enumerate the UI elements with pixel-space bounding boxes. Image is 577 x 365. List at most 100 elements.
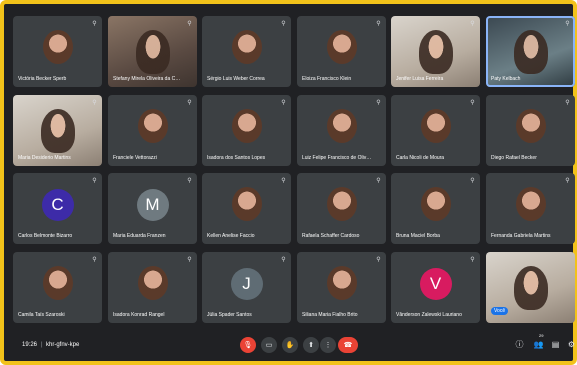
participant-avatar-photo <box>326 266 357 300</box>
more-options-icon: ⋮ <box>324 342 332 349</box>
participant-tile[interactable]: ⚲ Stefany Mirela Oliveira da Costa <box>108 16 197 87</box>
participant-tile[interactable]: ⚲ Bruna Maciel Borba <box>391 173 480 244</box>
participant-video-feed <box>40 109 75 153</box>
muted-mic-icon: ⚲ <box>376 178 381 184</box>
present-screen-icon: ⬆ <box>308 342 314 349</box>
participant-name: Isadora dos Santos Lopes <box>207 155 266 161</box>
participant-avatar-photo <box>137 109 168 143</box>
self-view-badge: Você <box>491 307 509 315</box>
participant-tile[interactable]: ⚲ Paty Kelbach <box>486 16 575 87</box>
activities-icon: ⚙ <box>567 340 576 349</box>
participant-tile[interactable]: V ⚲ Vânderson Zalewski Lauriano <box>391 252 480 323</box>
muted-mic-icon: ⚲ <box>281 21 286 27</box>
muted-mic-icon: ⚲ <box>187 178 192 184</box>
participant-count-badge: 29 <box>539 333 544 338</box>
participant-name: Fernanda Gabriela Martins <box>491 233 551 239</box>
muted-mic-icon: ⚲ <box>470 100 475 106</box>
toolbar-separator: | <box>41 342 43 348</box>
meeting-window: ⚲ Victória Becker Sperb ⚲ Stefany Mirela Ol… <box>0 0 577 365</box>
participant-tile[interactable]: Você <box>486 252 575 323</box>
info-icon: ⓘ <box>515 340 524 349</box>
participant-name: Isadora Konrad Rangel <box>113 312 165 318</box>
muted-mic-icon: ⚲ <box>92 21 97 27</box>
participant-avatar-initial: C <box>41 189 74 221</box>
participant-tile[interactable]: ⚲ Franciele Vettorazzi <box>108 95 197 166</box>
participant-name: Vânderson Zalewski Lauriano <box>396 312 462 318</box>
participant-name: Kellen Anelise Faccio <box>207 233 255 239</box>
participant-tile[interactable]: ⚲ Sérgio Luis Weber Correa <box>202 16 291 87</box>
participant-avatar-photo <box>231 187 262 221</box>
more-options-button[interactable]: ⋮ <box>320 337 336 353</box>
participant-tile[interactable]: J ⚲ Júlia Spader Santos <box>202 252 291 323</box>
participant-name: Maria Eduarda Franzen <box>113 233 166 239</box>
participant-tile[interactable]: ⚲ Fernanda Gabriela Martins <box>486 173 575 244</box>
activities-button[interactable]: ⚙ <box>566 339 577 350</box>
participant-avatar-photo <box>231 109 262 143</box>
meeting-code: khr-gfnv-kpe <box>46 342 80 348</box>
raise-hand-button[interactable]: ✋ <box>282 337 298 353</box>
participant-avatar-photo <box>137 266 168 300</box>
muted-mic-icon: ⚲ <box>187 21 192 27</box>
muted-mic-icon: ⚲ <box>187 100 192 106</box>
mic-off-icon: 🎙 <box>243 342 253 349</box>
participant-avatar-photo <box>326 30 357 64</box>
chat-button[interactable]: ▤ <box>550 339 561 350</box>
participant-tile[interactable]: ⚲ Rafaela Schaffer Cardoso <box>297 173 386 244</box>
people-button[interactable]: 👥 <box>533 339 544 350</box>
people-icon: 👥 <box>533 340 544 349</box>
participant-name: Stefany Mirela Oliveira da Costa <box>113 76 183 82</box>
muted-mic-icon: ⚲ <box>470 178 475 184</box>
muted-mic-icon: ⚲ <box>281 257 286 263</box>
muted-mic-icon: ⚲ <box>92 100 97 106</box>
participant-tile[interactable]: ⚲ Isadora Konrad Rangel <box>108 252 197 323</box>
participant-grid: ⚲ Victória Becker Sperb ⚲ Stefany Mirela Ol… <box>13 16 577 332</box>
participant-name: Camila Taís Szaroski <box>18 312 65 318</box>
participant-avatar-photo <box>515 109 546 143</box>
participant-name: Carla Nicoli de Moura <box>396 155 445 161</box>
participant-avatar-photo <box>326 187 357 221</box>
participant-tile[interactable]: ⚲ Jenifer Luisa Ferreira <box>391 16 480 87</box>
muted-mic-icon: ⚲ <box>376 100 381 106</box>
participant-video-feed <box>513 266 548 310</box>
participant-tile[interactable]: ⚲ Kellen Anelise Faccio <box>202 173 291 244</box>
participant-avatar-initial: J <box>230 268 263 300</box>
participant-avatar-photo <box>42 30 73 64</box>
participant-video-feed <box>513 30 548 74</box>
participant-tile[interactable]: ⚲ Luiz Felipe Francisco de Oliveira <box>297 95 386 166</box>
meeting-info-button[interactable]: ⓘ <box>514 339 525 350</box>
end-call-icon: ☎ <box>343 342 353 349</box>
participant-tile[interactable]: ⚲ Maria Desiderio Martins <box>13 95 102 166</box>
chat-icon: ▤ <box>551 340 560 349</box>
participant-name: Rafaela Schaffer Cardoso <box>302 233 360 239</box>
camera-toggle-button[interactable]: ▭ <box>261 337 277 353</box>
participant-tile[interactable]: ⚲ Carla Nicoli de Moura <box>391 95 480 166</box>
participant-avatar-initial: V <box>419 268 452 300</box>
participant-tile[interactable]: ⚲ Eloiza Francisco Klein <box>297 16 386 87</box>
present-screen-button[interactable]: ⬆ <box>303 337 319 353</box>
participant-tile[interactable]: ⚲ Siliana Maria Fialho Brito <box>297 252 386 323</box>
participant-avatar-photo <box>326 109 357 143</box>
participant-avatar-photo <box>420 109 451 143</box>
muted-mic-icon: ⚲ <box>565 21 570 27</box>
meeting-time: 19:26 <box>22 342 38 348</box>
participant-video-feed <box>135 30 170 74</box>
participant-tile[interactable]: ⚲ Isadora dos Santos Lopes <box>202 95 291 166</box>
muted-mic-icon: ⚲ <box>376 21 381 27</box>
participant-tile[interactable]: ⚲ Diego Rafael Becker <box>486 95 575 166</box>
mic-toggle-button[interactable]: 🎙 <box>240 337 256 353</box>
meeting-toolbar: 19:26 | khr-gfnv-kpe 🎙 ▭ ✋ ⬆ ⋮ ☎ ⓘ 👥 29 … <box>8 333 575 361</box>
end-call-button[interactable]: ☎ <box>338 337 358 353</box>
participant-name: Victória Becker Sperb <box>18 76 67 82</box>
raise-hand-icon: ✋ <box>285 342 295 349</box>
participant-name: Jenifer Luisa Ferreira <box>396 76 444 82</box>
muted-mic-icon: ⚲ <box>470 257 475 263</box>
muted-mic-icon: ⚲ <box>565 178 570 184</box>
participant-name: Eloiza Francisco Klein <box>302 76 352 82</box>
participant-tile[interactable]: C ⚲ Carlos Belmonte Bizarro <box>13 173 102 244</box>
muted-mic-icon: ⚲ <box>92 178 97 184</box>
participant-name: Júlia Spader Santos <box>207 312 252 318</box>
participant-tile[interactable]: M ⚲ Maria Eduarda Franzen <box>108 173 197 244</box>
participant-tile[interactable]: ⚲ Camila Taís Szaroski <box>13 252 102 323</box>
muted-mic-icon: ⚲ <box>376 257 381 263</box>
participant-tile[interactable]: ⚲ Victória Becker Sperb <box>13 16 102 87</box>
